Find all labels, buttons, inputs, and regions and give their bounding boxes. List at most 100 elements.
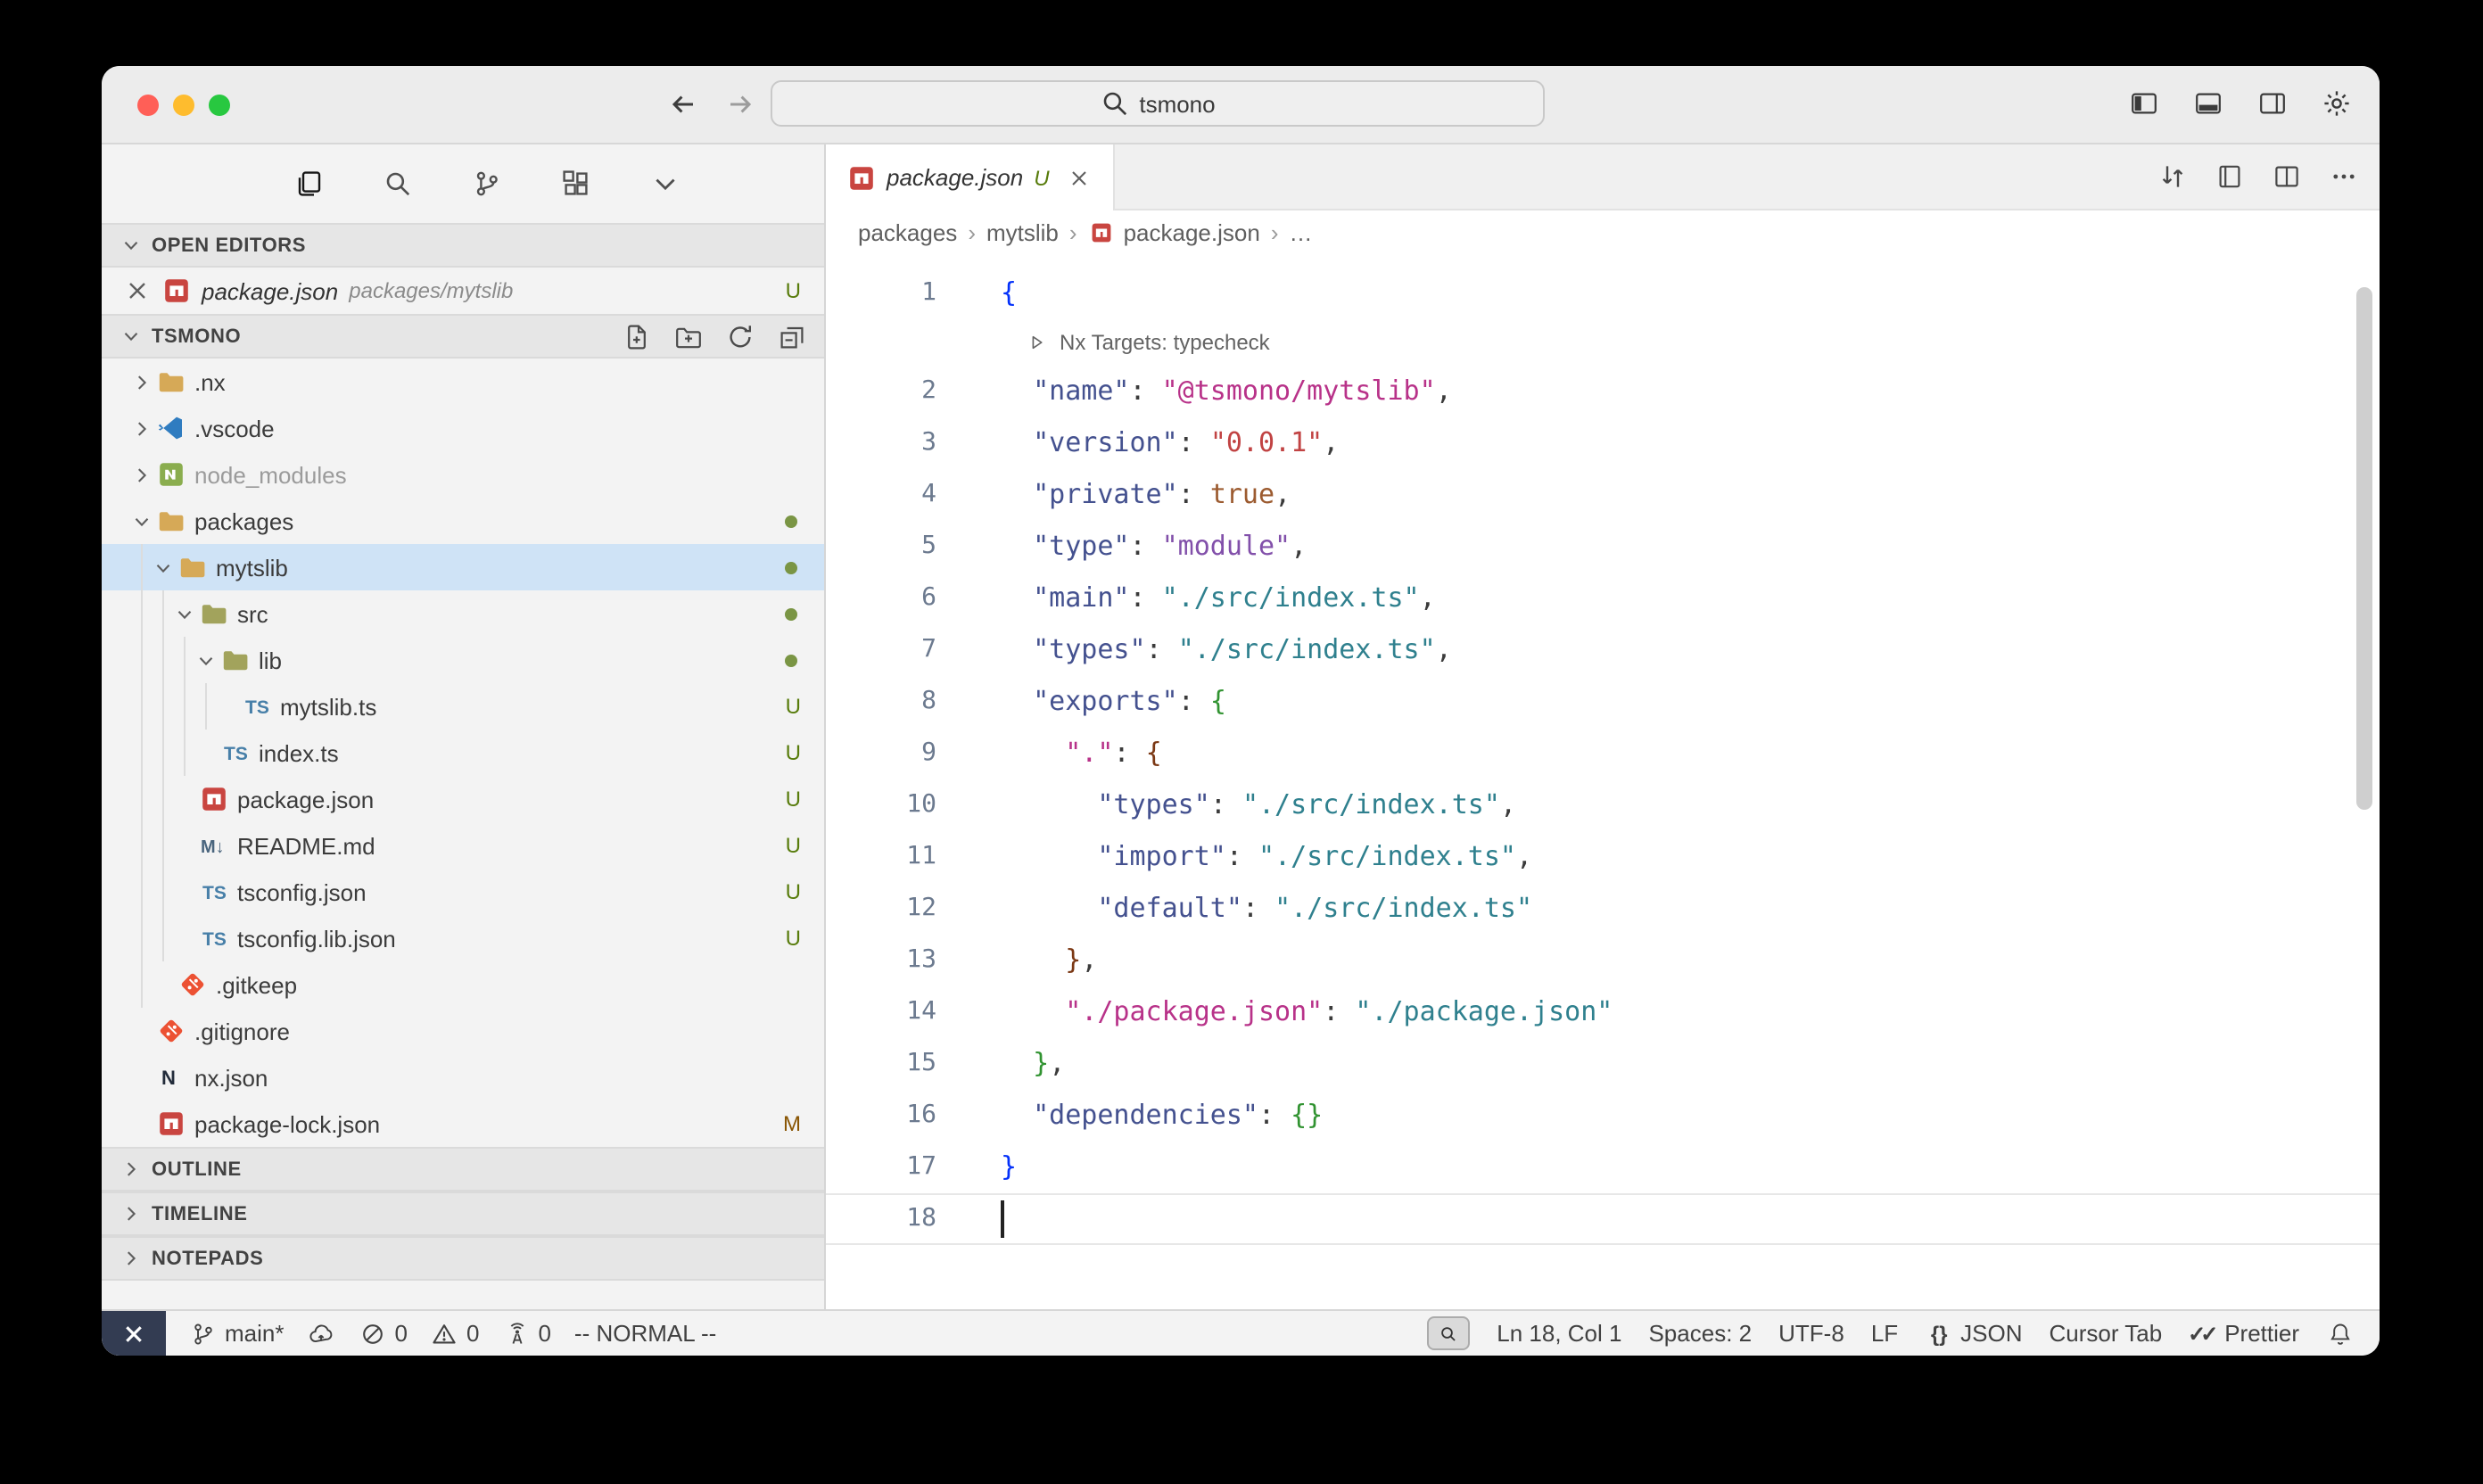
- svg-text:TS: TS: [244, 697, 268, 718]
- breadcrumb-separator: ›: [968, 218, 976, 245]
- activity-extensions[interactable]: [555, 162, 598, 205]
- screen: tsmono OPEN EDITORS package.jsonpackages…: [0, 0, 2483, 1484]
- tree-item-src[interactable]: src: [102, 590, 824, 637]
- cursor-position[interactable]: Ln 18, Col 1: [1497, 1320, 1621, 1347]
- breadcrumb-item[interactable]: packages: [858, 218, 957, 245]
- tree-item-.gitkeep[interactable]: .gitkeep: [102, 961, 824, 1008]
- tab-package-json[interactable]: package.json U: [826, 144, 1116, 210]
- tree-item-index.ts[interactable]: TSindex.tsU: [102, 730, 824, 776]
- activity-explorer[interactable]: [287, 162, 330, 205]
- open-editor-item[interactable]: package.jsonpackages/mytslibU: [102, 268, 824, 314]
- breadcrumb-separator: ›: [1271, 218, 1279, 245]
- new-folder-button[interactable]: [674, 322, 703, 350]
- activity-search[interactable]: [376, 162, 419, 205]
- ports-forwarded[interactable]: 0: [502, 1319, 550, 1348]
- open-preview-button[interactable]: [2215, 162, 2244, 191]
- chevron-down-icon: [173, 599, 198, 628]
- settings-button[interactable]: [2322, 89, 2351, 118]
- breadcrumb-item[interactable]: package.json: [1088, 218, 1260, 246]
- language-mode[interactable]: {}JSON: [1925, 1319, 2022, 1348]
- split-editor-button[interactable]: [2273, 162, 2301, 191]
- workspace-header[interactable]: TSMONO: [102, 314, 824, 359]
- publish-changes[interactable]: [308, 1319, 336, 1348]
- indent-guide: [184, 637, 186, 683]
- tree-item-.gitignore[interactable]: .gitignore: [102, 1008, 824, 1054]
- problems-warnings[interactable]: 0: [431, 1319, 479, 1348]
- toggle-primary-sidebar-button[interactable]: [2130, 89, 2158, 118]
- modified-dot: [785, 654, 797, 666]
- tree-item-nx.json[interactable]: Nnx.json: [102, 1054, 824, 1101]
- compare-changes-button[interactable]: [2158, 162, 2187, 191]
- tree-item-package-lock.json[interactable]: package-lock.jsonM: [102, 1101, 824, 1147]
- section-notepads[interactable]: NOTEPADS: [102, 1236, 824, 1281]
- indent-guide: [162, 822, 164, 869]
- new-file-button[interactable]: [623, 322, 651, 350]
- tree-item-tsconfig.json[interactable]: TStsconfig.jsonU: [102, 869, 824, 915]
- close-tab-button[interactable]: [1068, 165, 1093, 190]
- close-icon[interactable]: [123, 276, 152, 305]
- activity-source-control[interactable]: [466, 162, 508, 205]
- open-editors-header[interactable]: OPEN EDITORS: [102, 223, 824, 268]
- code-line-6: 6 "main": "./src/index.ts",: [826, 573, 2380, 624]
- tree-item-tsconfig.lib.json[interactable]: TStsconfig.lib.jsonU: [102, 915, 824, 961]
- zoom-indicator[interactable]: [1427, 1316, 1470, 1350]
- encoding[interactable]: UTF-8: [1778, 1320, 1844, 1347]
- tree-item-mytslib.ts[interactable]: TSmytslib.tsU: [102, 683, 824, 730]
- folder-icon: [198, 599, 228, 628]
- window-controls: [137, 95, 230, 116]
- eol-sequence[interactable]: LF: [1871, 1320, 1898, 1347]
- tree-item-README.md[interactable]: M↓README.mdU: [102, 822, 824, 869]
- tree-item-.nx[interactable]: .nx: [102, 359, 824, 405]
- md-icon: M↓: [198, 831, 228, 860]
- section-timeline[interactable]: TIMELINE: [102, 1191, 824, 1236]
- close-window-button[interactable]: [137, 95, 159, 116]
- tree-item-label: lib: [259, 647, 282, 673]
- code-lens-nx-targets[interactable]: Nx Targets: typecheck: [826, 319, 2380, 366]
- formatter-prettier[interactable]: ✓✓Prettier: [2189, 1319, 2299, 1348]
- maximize-window-button[interactable]: [209, 95, 230, 116]
- editor[interactable]: 1{Nx Targets: typecheck2 "name": "@tsmon…: [826, 253, 2380, 1309]
- bell-icon: [2326, 1319, 2355, 1348]
- git-branch[interactable]: main*: [189, 1319, 285, 1348]
- go-back-button[interactable]: [669, 89, 697, 118]
- indent-guide: [141, 915, 143, 961]
- problems-errors[interactable]: 0: [359, 1319, 408, 1348]
- breadcrumb-item[interactable]: …: [1290, 218, 1313, 245]
- cursor-tab[interactable]: Cursor Tab: [2050, 1320, 2163, 1347]
- indent-guide: [162, 915, 164, 961]
- tree-item-label: package.json: [237, 786, 374, 812]
- refresh-explorer-button[interactable]: [726, 322, 755, 350]
- svg-text:TS: TS: [202, 883, 226, 903]
- breadcrumb-item[interactable]: mytslib: [986, 218, 1059, 245]
- go-forward-button[interactable]: [726, 89, 755, 118]
- tree-item-mytslib[interactable]: mytslib: [102, 544, 824, 590]
- line-number: 3: [826, 417, 936, 469]
- vim-mode[interactable]: -- NORMAL --: [574, 1320, 716, 1347]
- command-center-search[interactable]: tsmono: [771, 80, 1545, 127]
- tree-item-package.json[interactable]: package.jsonU: [102, 776, 824, 822]
- line-number: 10: [826, 779, 936, 831]
- tree-item-label: tsconfig.lib.json: [237, 925, 396, 952]
- indent-guide: [162, 869, 164, 915]
- encoding-label: UTF-8: [1778, 1320, 1844, 1347]
- tree-item-node_modules[interactable]: node_modules: [102, 451, 824, 498]
- indentation[interactable]: Spaces: 2: [1648, 1320, 1752, 1347]
- minimize-window-button[interactable]: [173, 95, 194, 116]
- notifications-bell[interactable]: [2326, 1319, 2355, 1348]
- tree-item-label: tsconfig.json: [237, 878, 367, 905]
- tree-item-label: README.md: [237, 832, 375, 859]
- activity-views-more[interactable]: [644, 162, 687, 205]
- tree-item-packages[interactable]: packages: [102, 498, 824, 544]
- editor-scrollbar-thumb[interactable]: [2356, 287, 2372, 810]
- collapse-folders-button[interactable]: [778, 322, 806, 350]
- more-actions-button[interactable]: [2330, 162, 2358, 191]
- toggle-secondary-sidebar-button[interactable]: [2258, 89, 2287, 118]
- line-number: 14: [826, 986, 936, 1038]
- toggle-panel-button[interactable]: [2194, 89, 2223, 118]
- line-number: 8: [826, 676, 936, 728]
- tree-item-.vscode[interactable]: .vscode: [102, 405, 824, 451]
- remote-indicator[interactable]: [102, 1311, 166, 1356]
- line-number: 2: [826, 366, 936, 417]
- tree-item-lib[interactable]: lib: [102, 637, 824, 683]
- section-outline[interactable]: OUTLINE: [102, 1147, 824, 1191]
